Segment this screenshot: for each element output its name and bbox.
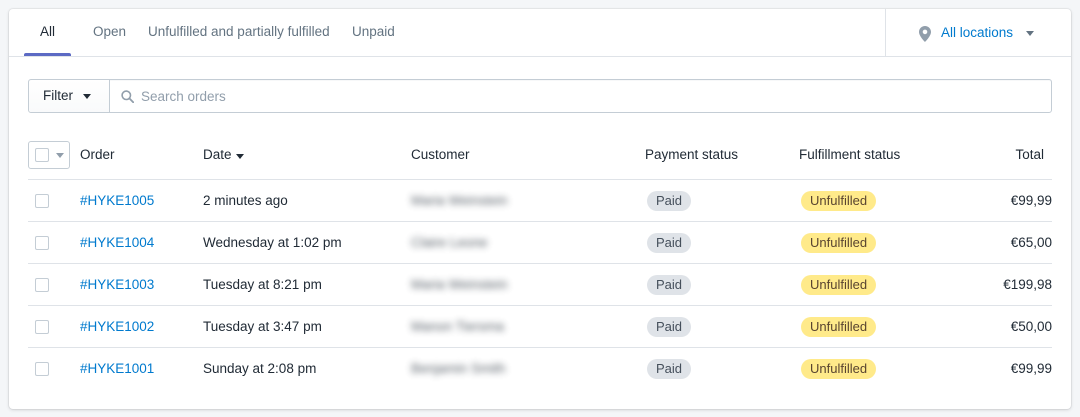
order-total: €99,99 [1010,361,1052,376]
column-header-fulfillment-status: Fulfillment status [799,147,901,162]
order-number-link[interactable]: #HYKE1002 [80,306,154,348]
row-checkbox[interactable] [35,236,49,250]
table-row[interactable]: #HYKE1002 Tuesday at 3:47 pm Manon Tiers… [28,306,1052,348]
fulfillment-status-badge: Unfulfilled [801,359,877,379]
map-pin-icon [919,26,931,42]
location-selector-button[interactable]: All locations [885,9,1071,57]
fulfillment-status-badge: Unfulfilled [801,275,877,295]
search-input[interactable] [141,82,1041,110]
column-header-date[interactable]: Date [203,136,232,176]
filter-search-bar: Filter [28,79,1052,113]
sort-descending-icon[interactable] [236,154,244,159]
tabs-bar: All Open Unfulfilled and partially fulfi… [9,9,1071,57]
payment-status-badge: Paid [647,359,692,379]
table-row[interactable]: #HYKE1005 2 minutes ago Maria Weinstein … [28,180,1052,222]
caret-down-icon [83,94,91,99]
fulfillment-status-badge: Unfulfilled [801,317,877,337]
order-total: €99,99 [1010,193,1052,208]
order-number-link[interactable]: #HYKE1005 [80,180,154,222]
customer-name: Benjamin Smith [411,361,506,376]
active-tab-indicator [24,53,71,56]
table-row[interactable]: #HYKE1004 Wednesday at 1:02 pm Claire Le… [28,222,1052,264]
order-date: 2 minutes ago [203,193,288,208]
order-total: €65,00 [1010,235,1052,250]
customer-name: Manon Tiersma [411,319,505,334]
caret-down-icon [56,153,64,158]
orders-card: All Open Unfulfilled and partially fulfi… [9,9,1071,409]
location-selector-label: All locations [941,25,1014,40]
table-row[interactable]: #HYKE1001 Sunday at 2:08 pm Benjamin Smi… [28,348,1052,390]
chevron-down-icon [1026,31,1034,36]
row-checkbox[interactable] [35,194,49,208]
tab-unfulfilled-partially[interactable]: Unfulfilled and partially fulfilled [148,9,330,57]
tab-unpaid[interactable]: Unpaid [352,9,395,57]
fulfillment-status-badge: Unfulfilled [801,233,877,253]
payment-status-badge: Paid [647,317,692,337]
search-icon [121,90,134,103]
column-header-payment-status: Payment status [645,147,739,162]
order-number-link[interactable]: #HYKE1004 [80,222,154,264]
payment-status-badge: Paid [647,191,692,211]
bulk-select-dropdown[interactable] [28,141,70,169]
order-date: Tuesday at 3:47 pm [203,319,322,334]
row-checkbox[interactable] [35,278,49,292]
column-header-total: Total [1015,147,1044,162]
order-date: Sunday at 2:08 pm [203,361,317,376]
order-total: €199,98 [1003,277,1052,292]
customer-name: Claire Leone [411,235,488,250]
table-row[interactable]: #HYKE1003 Tuesday at 8:21 pm Maria Weins… [28,264,1052,306]
filter-button-label: Filter [43,88,73,103]
customer-name: Maria Weinstein [411,193,508,208]
order-number-link[interactable]: #HYKE1001 [80,348,154,390]
order-date: Wednesday at 1:02 pm [203,235,342,250]
tab-all[interactable]: All [40,9,55,57]
row-checkbox[interactable] [35,320,49,334]
payment-status-badge: Paid [647,233,692,253]
column-header-customer: Customer [411,147,470,162]
fulfillment-status-badge: Unfulfilled [801,191,877,211]
tab-open[interactable]: Open [93,9,126,57]
order-date: Tuesday at 8:21 pm [203,277,322,292]
select-all-checkbox[interactable] [35,148,49,162]
order-total: €50,00 [1010,319,1052,334]
column-header-order: Order [80,147,115,162]
payment-status-badge: Paid [647,275,692,295]
order-number-link[interactable]: #HYKE1003 [80,264,154,306]
customer-name: Maria Weinstein [411,277,508,292]
row-checkbox[interactable] [35,362,49,376]
filter-button[interactable]: Filter [29,80,110,112]
